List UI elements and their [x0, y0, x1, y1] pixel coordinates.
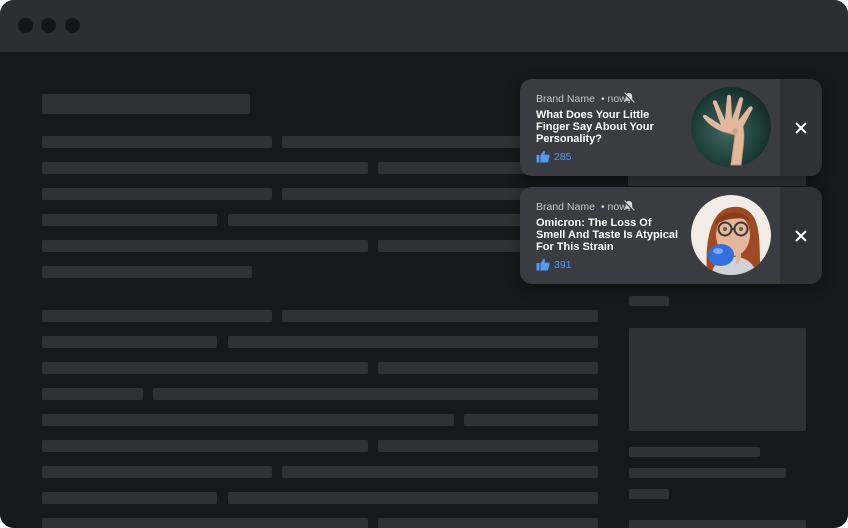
browser-window: Brand Name • now What Does Your Little Fi… [0, 0, 848, 528]
skeleton-heading [42, 94, 250, 114]
brand-name: Brand Name [536, 201, 595, 213]
skeleton-line [42, 336, 217, 348]
skeleton-line [42, 136, 272, 148]
skeleton-line [378, 362, 598, 374]
push-notification[interactable]: Brand Name • now Omicron: The Loss Of Sme… [520, 187, 822, 284]
article-thumbnail[interactable] [691, 195, 771, 275]
skeleton-line [42, 388, 143, 400]
notification-meta: Brand Name • now [536, 93, 627, 105]
skeleton-line [282, 310, 598, 322]
close-notification-button[interactable] [780, 79, 822, 176]
skeleton-sidebar-image [629, 328, 806, 431]
thumbs-up-icon [536, 258, 550, 271]
skeleton-sidebar-line [629, 296, 669, 306]
skeleton-sidebar-line [629, 520, 806, 528]
skeleton-line [42, 466, 272, 478]
article-thumbnail[interactable] [691, 87, 771, 167]
skeleton-line [42, 518, 368, 528]
skeleton-line [42, 188, 272, 200]
close-icon [795, 122, 807, 134]
skeleton-line [42, 492, 217, 504]
notification-headline: What Does Your Little Finger Say About Y… [536, 109, 654, 145]
skeleton-line [153, 388, 598, 400]
close-notification-button[interactable] [780, 187, 822, 284]
minimize-window-dot[interactable] [41, 18, 56, 33]
skeleton-line [464, 414, 598, 426]
brand-name: Brand Name [536, 93, 595, 105]
zoom-window-dot[interactable] [65, 18, 80, 33]
skeleton-line [42, 214, 217, 226]
skeleton-line [228, 336, 598, 348]
skeleton-line [282, 466, 598, 478]
skeleton-line [42, 240, 368, 252]
thumbs-up-icon [536, 150, 550, 163]
like-count-value: 391 [554, 259, 572, 271]
title-bar [0, 0, 848, 52]
bell-icon [623, 200, 635, 212]
bell-icon [623, 92, 635, 104]
close-icon [795, 230, 807, 242]
skeleton-line [42, 414, 454, 426]
skeleton-line [378, 440, 598, 452]
close-window-dot[interactable] [18, 18, 33, 33]
skeleton-line [42, 162, 368, 174]
skeleton-line [42, 310, 272, 322]
skeleton-sidebar-line [629, 447, 760, 457]
notification-meta: Brand Name • now [536, 201, 627, 213]
skeleton-line [42, 362, 368, 374]
push-notification[interactable]: Brand Name • now What Does Your Little Fi… [520, 79, 822, 176]
skeleton-line [42, 266, 252, 278]
notification-headline: Omicron: The Loss Of Smell And Taste Is … [536, 217, 679, 253]
skeleton-line [378, 518, 598, 528]
like-count-value: 285 [554, 151, 572, 163]
skeleton-sidebar-line [629, 489, 669, 499]
skeleton-line [228, 492, 598, 504]
skeleton-line [42, 440, 368, 452]
skeleton-sidebar-line [629, 468, 786, 478]
